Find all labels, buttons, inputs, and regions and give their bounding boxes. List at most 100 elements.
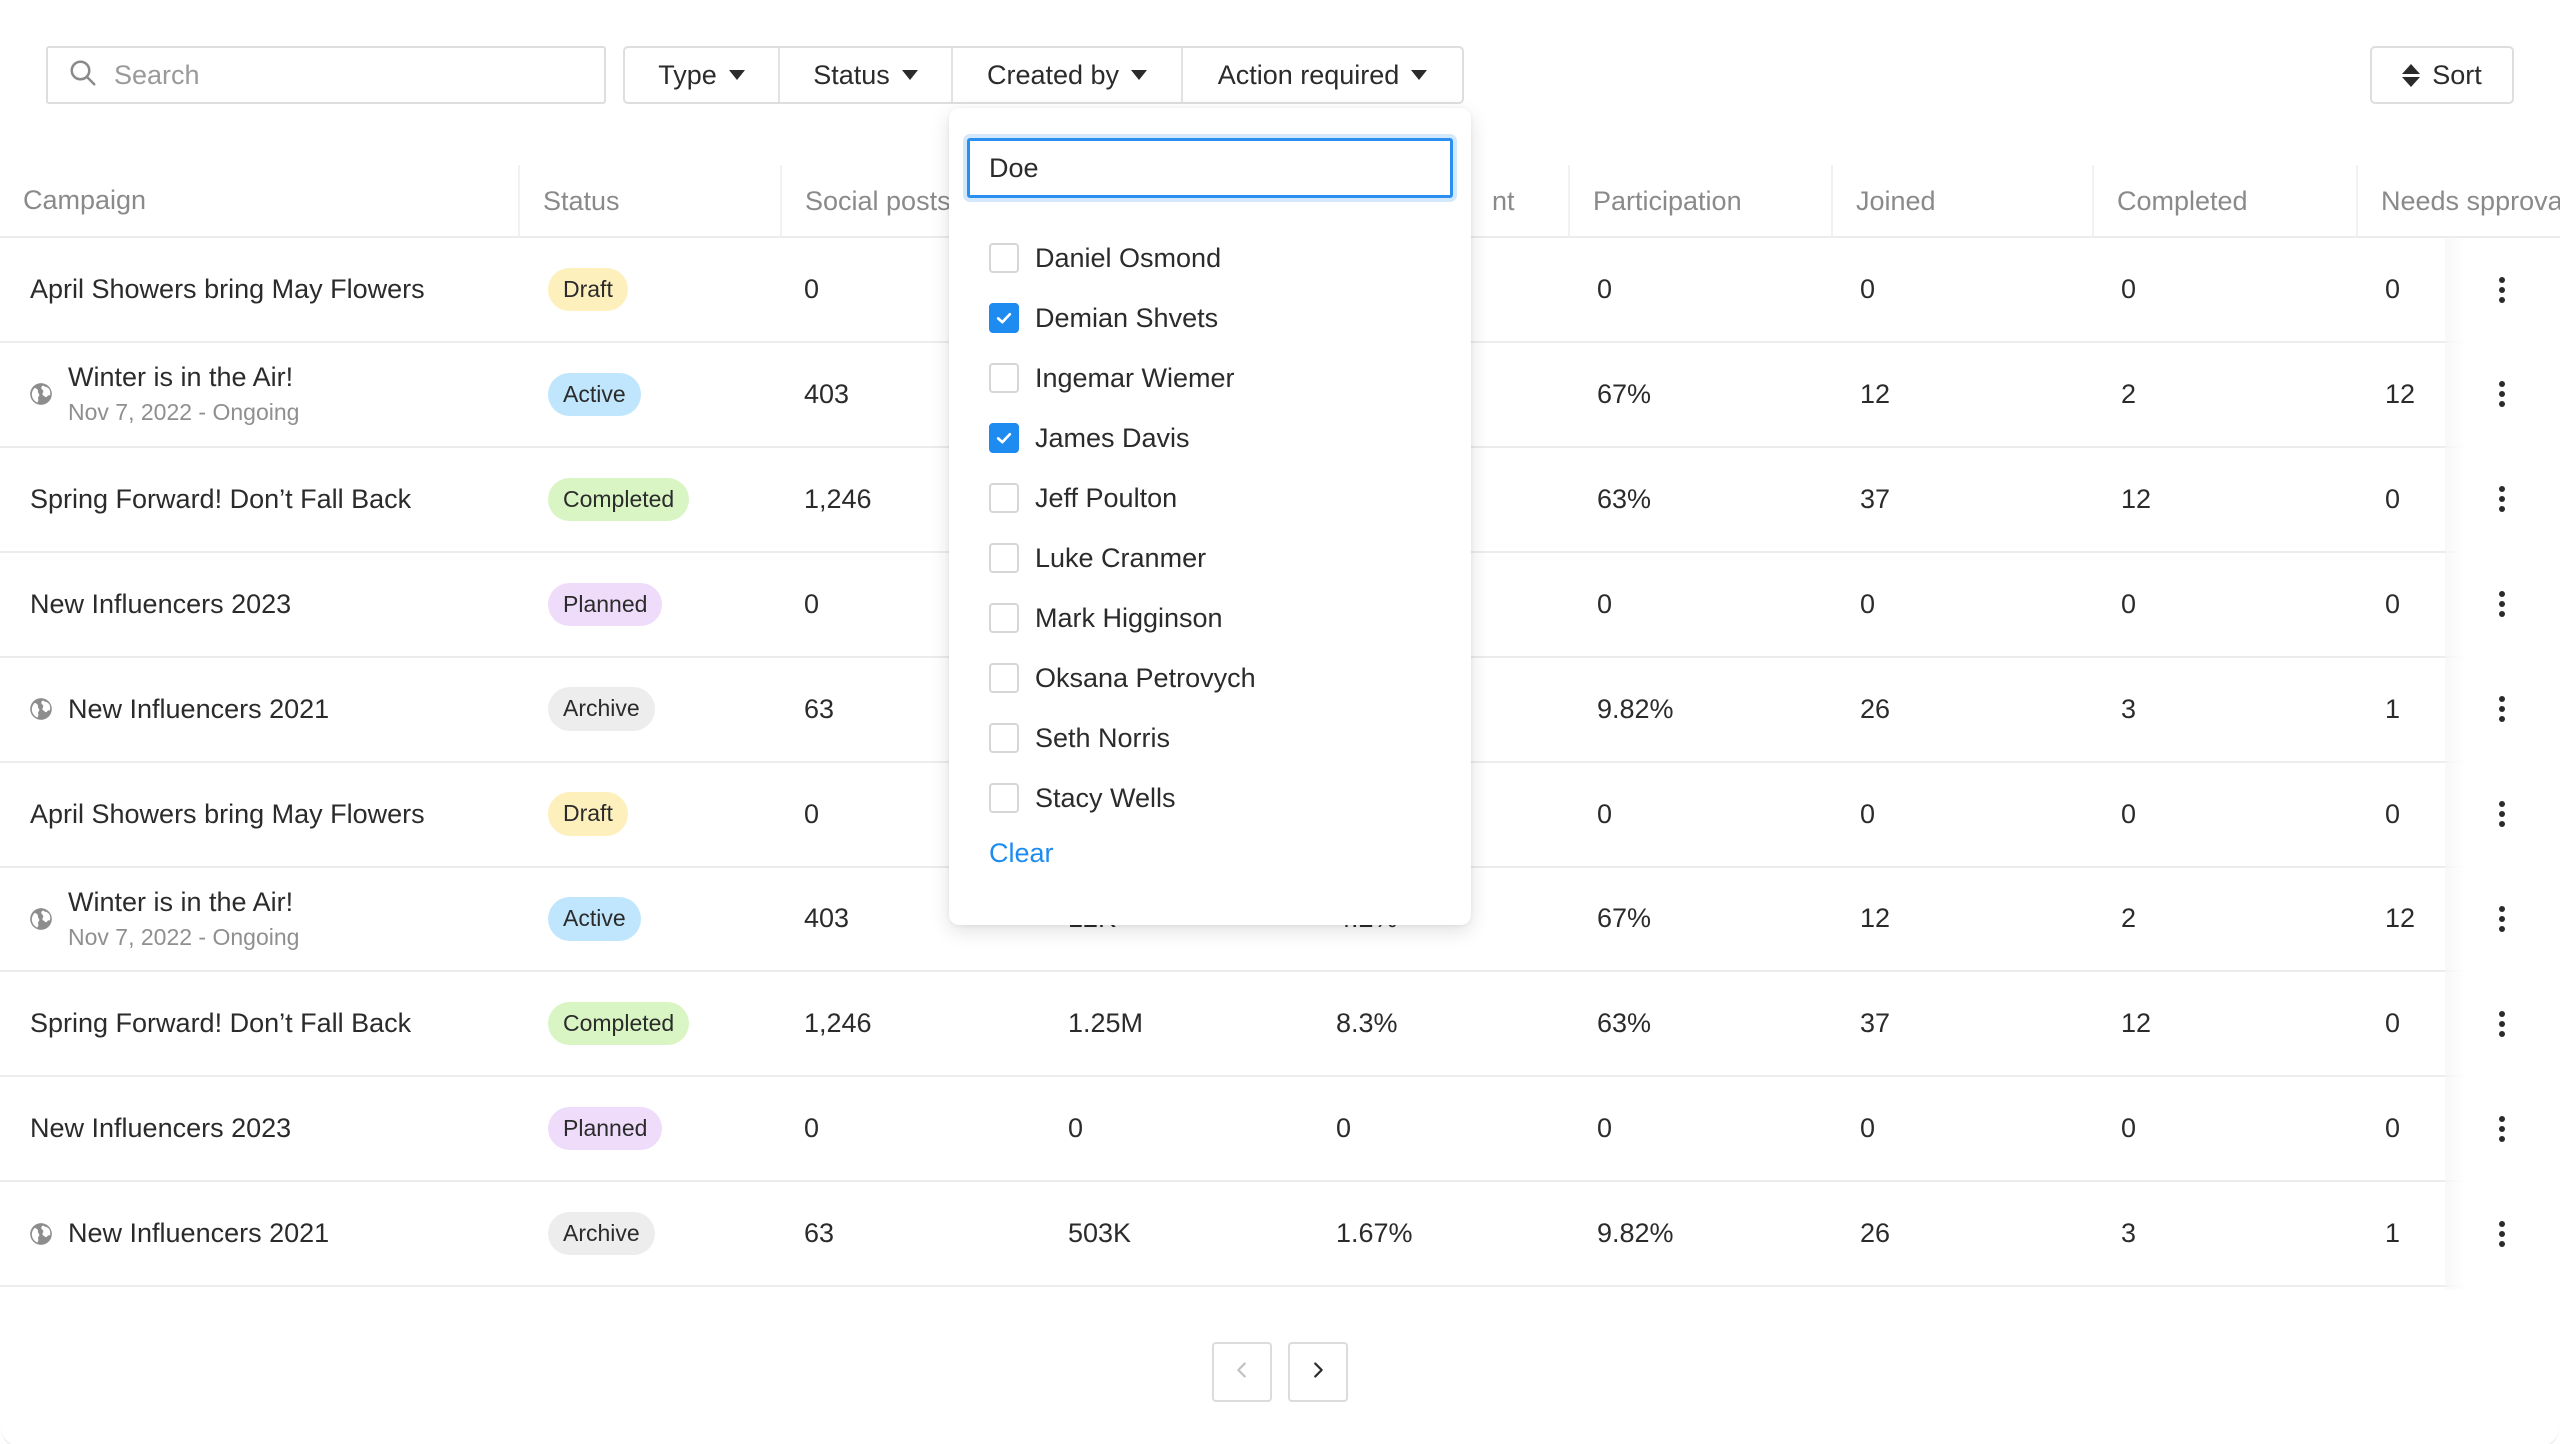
status-badge: Archive <box>548 1211 655 1256</box>
campaign-cell[interactable]: New Influencers 2021 <box>28 658 329 761</box>
needs-approval-cell: 0 <box>2385 1008 2401 1039</box>
checkbox-unchecked[interactable] <box>989 783 1019 813</box>
campaign-name[interactable]: Spring Forward! Don’t Fall Back <box>30 484 411 515</box>
checkbox-unchecked[interactable] <box>989 363 1019 393</box>
checkbox-unchecked[interactable] <box>989 663 1019 693</box>
kebab-menu-icon[interactable] <box>2488 972 2516 1075</box>
engagement-cell: 1.25M <box>1068 1008 1144 1039</box>
checkbox-unchecked[interactable] <box>989 243 1019 273</box>
option-label: Oksana Petrovych <box>1035 662 1256 693</box>
campaign-cell[interactable]: Winter is in the Air! Nov 7, 2022 - Ongoi… <box>28 867 299 970</box>
engagement-rate-cell: 1.67% <box>1336 1218 1413 1249</box>
type-filter-button[interactable]: Type <box>625 48 780 102</box>
clear-button[interactable]: Clear <box>989 838 1054 869</box>
option-label: Daniel Osmond <box>1035 242 1222 273</box>
campaign-cell[interactable]: April Showers bring May Flowers <box>30 763 425 866</box>
campaign-cell[interactable]: New Influencers 2023 <box>30 553 291 656</box>
kebab-menu-icon[interactable] <box>2488 448 2516 551</box>
table-row[interactable]: New Influencers 2021 Archive 63 503K 1.67% 9.… <box>0 1182 2560 1288</box>
checkmark-icon <box>994 428 1014 448</box>
previous-page-button[interactable] <box>1212 1342 1272 1402</box>
column-header-participation[interactable]: Participation <box>1568 165 1831 237</box>
search-box[interactable] <box>46 46 606 104</box>
created-by-option[interactable]: Mark Higginson <box>989 588 1449 648</box>
checkbox-checked[interactable] <box>989 423 1019 453</box>
column-header-completed[interactable]: Completed <box>2092 165 2356 237</box>
created-by-search-input[interactable] <box>967 138 1453 198</box>
kebab-menu-icon[interactable] <box>2488 867 2516 970</box>
option-label: Luke Cranmer <box>1035 542 1207 573</box>
table-row[interactable]: Spring Forward! Don’t Fall Back Completed… <box>0 972 2560 1078</box>
created-by-option[interactable]: Demian Shvets <box>989 288 1449 348</box>
created-by-option[interactable]: Stacy Wells <box>989 768 1449 828</box>
campaign-cell[interactable]: New Influencers 2021 <box>28 1182 329 1285</box>
campaign-name[interactable]: Winter is in the Air! <box>68 887 299 918</box>
campaign-name[interactable]: Spring Forward! Don’t Fall Back <box>30 1008 411 1039</box>
created-by-option[interactable]: Daniel Osmond <box>989 228 1449 288</box>
campaign-name[interactable]: New Influencers 2023 <box>30 1113 291 1144</box>
column-header-status[interactable]: Status <box>518 165 780 237</box>
campaign-cell[interactable]: Spring Forward! Don’t Fall Back <box>30 972 411 1075</box>
campaign-date-range: Nov 7, 2022 - Ongoing <box>68 399 300 426</box>
status-badge: Draft <box>548 267 628 312</box>
campaign-name[interactable]: New Influencers 2021 <box>68 1218 329 1249</box>
sort-label: Sort <box>2432 59 2482 90</box>
created-by-filter-button[interactable]: Created by <box>953 48 1183 102</box>
participation-cell: 0 <box>1597 274 1613 304</box>
created-by-option[interactable]: Luke Cranmer <box>989 528 1449 588</box>
status-filter-button[interactable]: Status <box>780 48 953 102</box>
status-cell: Draft <box>548 763 628 866</box>
campaign-name[interactable]: New Influencers 2023 <box>30 589 291 620</box>
status-cell: Completed <box>548 448 690 551</box>
created-by-option[interactable]: Seth Norris <box>989 708 1449 768</box>
kebab-menu-icon[interactable] <box>2488 238 2516 341</box>
campaign-cell[interactable]: April Showers bring May Flowers <box>30 238 425 341</box>
status-badge: Archive <box>548 687 655 731</box>
created-by-option[interactable]: James Davis <box>989 408 1449 468</box>
checkbox-unchecked[interactable] <box>989 723 1019 753</box>
created-by-option[interactable]: Jeff Poulton <box>989 468 1449 528</box>
campaign-cell[interactable]: Winter is in the Air! Nov 7, 2022 - Ongoi… <box>28 343 299 446</box>
checkbox-checked[interactable] <box>989 303 1019 333</box>
completed-cell: 3 <box>2121 1218 2137 1249</box>
campaign-name[interactable]: April Showers bring May Flowers <box>30 799 425 830</box>
status-cell: Active <box>548 867 641 970</box>
needs-approval-cell: 0 <box>2385 588 2401 619</box>
action-required-filter-button[interactable]: Action required <box>1183 48 1462 102</box>
kebab-menu-icon[interactable] <box>2488 658 2516 761</box>
campaign-cell[interactable]: New Influencers 2023 <box>30 1077 291 1180</box>
next-page-button[interactable] <box>1288 1342 1348 1402</box>
checkbox-unchecked[interactable] <box>989 483 1019 513</box>
kebab-menu-icon[interactable] <box>2488 343 2516 446</box>
participation-cell: 67% <box>1597 378 1652 409</box>
campaign-name[interactable]: April Showers bring May Flowers <box>30 274 425 305</box>
column-header-campaign[interactable]: Campaign <box>0 165 518 236</box>
caret-down-icon <box>1411 70 1428 80</box>
completed-cell: 3 <box>2121 693 2137 724</box>
campaign-name[interactable]: New Influencers 2021 <box>68 694 329 725</box>
kebab-menu-icon[interactable] <box>2488 1077 2516 1180</box>
column-header-joined[interactable]: Joined <box>1831 165 2092 237</box>
kebab-menu-icon[interactable] <box>2488 763 2516 866</box>
globe-icon <box>28 696 54 722</box>
social-posts-cell: 403 <box>804 378 850 409</box>
created-by-option[interactable]: Oksana Petrovych <box>989 648 1449 708</box>
sort-button[interactable]: Sort <box>2370 46 2514 104</box>
kebab-menu-icon[interactable] <box>2488 1182 2516 1285</box>
search-input[interactable] <box>114 59 594 91</box>
checkbox-unchecked[interactable] <box>989 603 1019 633</box>
status-cell: Archive <box>548 1182 655 1285</box>
kebab-menu-icon[interactable] <box>2488 553 2516 656</box>
campaign-name[interactable]: Winter is in the Air! <box>68 362 299 393</box>
table-row[interactable]: New Influencers 2023 Planned 0 0 0 0 0 0 0 <box>0 1077 2560 1183</box>
engagement-cell: 503K <box>1068 1218 1132 1249</box>
status-badge: Completed <box>548 477 690 521</box>
completed-cell: 2 <box>2121 903 2137 934</box>
column-header-needs-approval[interactable]: Needs spproval <box>2356 165 2560 237</box>
completed-cell: 0 <box>2121 274 2137 304</box>
participation-cell: 9.82% <box>1597 1218 1674 1249</box>
campaign-cell[interactable]: Spring Forward! Don’t Fall Back <box>30 448 411 551</box>
joined-cell: 12 <box>1860 378 1891 409</box>
created-by-option[interactable]: Ingemar Wiemer <box>989 348 1449 408</box>
checkbox-unchecked[interactable] <box>989 543 1019 573</box>
